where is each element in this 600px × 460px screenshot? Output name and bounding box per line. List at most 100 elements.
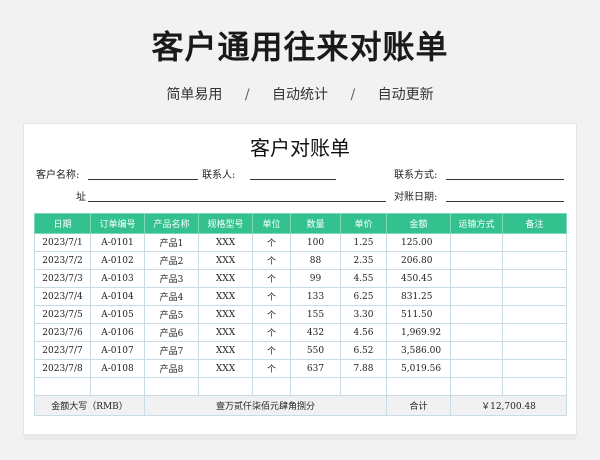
table-cell[interactable] — [252, 377, 291, 396]
table-cell[interactable] — [450, 359, 503, 378]
table-cell[interactable]: 产品1 — [144, 233, 199, 252]
table-cell[interactable]: 450.45 — [386, 269, 451, 288]
table-cell[interactable]: 133 — [290, 287, 341, 306]
table-cell[interactable]: 4.55 — [340, 269, 387, 288]
table-cell[interactable]: 6.52 — [340, 341, 387, 360]
table-cell[interactable] — [450, 269, 503, 288]
address-field[interactable] — [88, 201, 386, 202]
customer-name-field[interactable] — [88, 179, 198, 180]
table-cell[interactable]: A-0103 — [90, 269, 145, 288]
table-cell[interactable]: 产品2 — [144, 251, 199, 270]
table-cell[interactable]: 产品6 — [144, 323, 199, 342]
table-cell[interactable] — [502, 323, 567, 342]
table-cell[interactable]: 99 — [290, 269, 341, 288]
table-cell[interactable]: A-0102 — [90, 251, 145, 270]
table-cell[interactable] — [450, 305, 503, 324]
table-cell[interactable] — [502, 305, 567, 324]
table-cell[interactable] — [502, 359, 567, 378]
table-cell[interactable]: 2023/7/2 — [34, 251, 91, 270]
table-cell[interactable]: XXX — [198, 269, 253, 288]
separator: / — [244, 87, 250, 103]
table-cell[interactable]: 2023/7/7 — [34, 341, 91, 360]
table-cell[interactable]: 6.25 — [340, 287, 387, 306]
table-cell[interactable] — [502, 377, 567, 396]
column-header: 运输方式 — [450, 213, 503, 234]
table-cell[interactable]: 637 — [290, 359, 341, 378]
table-cell[interactable] — [386, 377, 451, 396]
table-cell[interactable]: 个 — [252, 341, 291, 360]
table-cell[interactable] — [198, 377, 253, 396]
table-cell[interactable]: 个 — [252, 251, 291, 270]
table-cell[interactable]: 个 — [252, 305, 291, 324]
table-cell[interactable]: XXX — [198, 359, 253, 378]
table-row: 2023/7/2 A-0102 产品2 XXX 个 88 2.35 206.80 — [34, 251, 567, 270]
table-row — [34, 377, 567, 396]
table-cell[interactable]: 产品8 — [144, 359, 199, 378]
table-cell[interactable] — [502, 287, 567, 306]
table-cell[interactable]: XXX — [198, 287, 253, 306]
table-cell[interactable]: 3,586.00 — [386, 341, 451, 360]
table-cell[interactable] — [450, 233, 503, 252]
table-cell[interactable] — [450, 323, 503, 342]
table-cell[interactable] — [502, 251, 567, 270]
table-cell[interactable]: 个 — [252, 269, 291, 288]
table-cell[interactable] — [34, 377, 91, 396]
table-cell[interactable] — [450, 377, 503, 396]
table-cell[interactable]: 2023/7/8 — [34, 359, 91, 378]
table-cell[interactable]: 432 — [290, 323, 341, 342]
table-cell[interactable]: XXX — [198, 341, 253, 360]
table-cell[interactable]: A-0108 — [90, 359, 145, 378]
table-cell[interactable]: 个 — [252, 359, 291, 378]
table-cell[interactable]: 155 — [290, 305, 341, 324]
table-cell[interactable]: 511.50 — [386, 305, 451, 324]
table-cell[interactable]: 831.25 — [386, 287, 451, 306]
table-cell[interactable]: 产品3 — [144, 269, 199, 288]
table-cell[interactable]: 2.35 — [340, 251, 387, 270]
contact-method-field[interactable] — [446, 179, 564, 180]
table-cell[interactable] — [90, 377, 145, 396]
contact-field[interactable] — [250, 179, 336, 180]
table-cell[interactable] — [502, 341, 567, 360]
table-cell[interactable]: XXX — [198, 323, 253, 342]
table-cell[interactable]: 5,019.56 — [386, 359, 451, 378]
feature-item: 简单易用 — [166, 87, 223, 103]
table-cell[interactable]: A-0101 — [90, 233, 145, 252]
table-cell[interactable] — [450, 341, 503, 360]
table-cell[interactable] — [502, 269, 567, 288]
table-cell[interactable]: 3.30 — [340, 305, 387, 324]
table-cell[interactable]: XXX — [198, 305, 253, 324]
table-cell[interactable] — [290, 377, 341, 396]
table-cell[interactable]: 个 — [252, 287, 291, 306]
table-cell[interactable]: A-0105 — [90, 305, 145, 324]
table-cell[interactable] — [450, 287, 503, 306]
table-cell[interactable]: 2023/7/4 — [34, 287, 91, 306]
table-cell[interactable]: 100 — [290, 233, 341, 252]
table-cell[interactable]: 7.88 — [340, 359, 387, 378]
table-cell[interactable]: 1,969.92 — [386, 323, 451, 342]
table-cell[interactable] — [450, 251, 503, 270]
table-cell[interactable]: 2023/7/1 — [34, 233, 91, 252]
table-cell[interactable]: 1.25 — [340, 233, 387, 252]
table-cell[interactable]: 个 — [252, 323, 291, 342]
table-cell[interactable]: A-0104 — [90, 287, 145, 306]
table-cell[interactable]: A-0107 — [90, 341, 145, 360]
table-cell[interactable] — [340, 377, 387, 396]
table-cell[interactable] — [144, 377, 199, 396]
table-cell[interactable]: 206.80 — [386, 251, 451, 270]
table-cell[interactable]: 88 — [290, 251, 341, 270]
table-cell[interactable]: 产品5 — [144, 305, 199, 324]
table-cell[interactable] — [502, 233, 567, 252]
table-cell[interactable]: XXX — [198, 233, 253, 252]
table-cell[interactable]: 2023/7/3 — [34, 269, 91, 288]
table-cell[interactable]: 550 — [290, 341, 341, 360]
table-cell[interactable]: 2023/7/6 — [34, 323, 91, 342]
table-cell[interactable]: 125.00 — [386, 233, 451, 252]
table-cell[interactable]: 4.56 — [340, 323, 387, 342]
table-cell[interactable]: 产品7 — [144, 341, 199, 360]
table-cell[interactable]: 2023/7/5 — [34, 305, 91, 324]
table-cell[interactable]: 个 — [252, 233, 291, 252]
table-cell[interactable]: XXX — [198, 251, 253, 270]
table-cell[interactable]: A-0106 — [90, 323, 145, 342]
table-cell[interactable]: 产品4 — [144, 287, 199, 306]
statement-date-field[interactable] — [446, 201, 564, 202]
